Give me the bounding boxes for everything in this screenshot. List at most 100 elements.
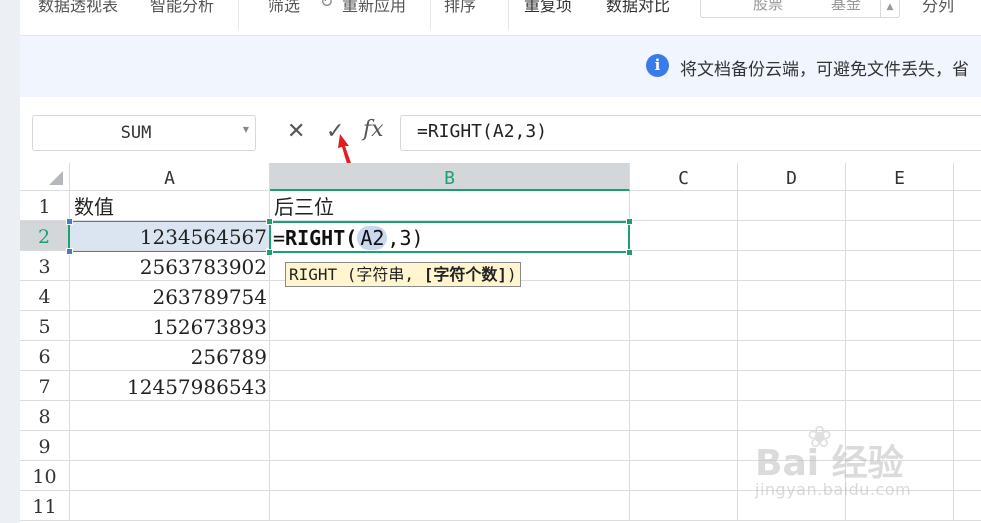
resize-handle[interactable]	[66, 218, 73, 225]
fill-handle[interactable]	[266, 218, 273, 225]
cell-e3[interactable]	[846, 251, 954, 281]
cell-a5[interactable]: 152673893	[70, 311, 270, 341]
function-syntax-tooltip: RIGHT (字符串, [字符个数])	[285, 262, 521, 287]
cell-a9[interactable]	[70, 431, 270, 461]
cell-b11[interactable]	[270, 491, 630, 521]
cell-f2[interactable]	[954, 221, 981, 251]
cell-e4[interactable]	[846, 281, 954, 311]
fill-handle[interactable]	[626, 249, 633, 256]
formula-reference-a2[interactable]: A2	[357, 226, 388, 250]
cell-b5[interactable]	[270, 311, 630, 341]
cell-b7[interactable]	[270, 371, 630, 401]
reference-highlight-a2	[66, 218, 273, 255]
cell-c7[interactable]	[630, 371, 738, 401]
row-header-11[interactable]: 11	[20, 491, 70, 521]
cell-f5[interactable]	[954, 311, 981, 341]
reapply-button[interactable]: 重新应用	[342, 0, 406, 16]
column-header-a[interactable]: A	[70, 163, 270, 191]
row-header-8[interactable]: 8	[20, 401, 70, 431]
baidu-jingyan-watermark: ❀ Bai 经验 jingyan.baidu.com	[755, 420, 965, 510]
row-header-9[interactable]: 9	[20, 431, 70, 461]
cell-a3[interactable]: 2563783902	[70, 251, 270, 281]
cell-e2[interactable]	[846, 221, 954, 251]
cell-b10[interactable]	[270, 461, 630, 491]
cell-f1[interactable]	[954, 191, 981, 221]
row-header-6[interactable]: 6	[20, 341, 70, 371]
cell-c3[interactable]	[630, 251, 738, 281]
sort-button[interactable]: 排序	[444, 0, 476, 16]
cell-d3[interactable]	[738, 251, 846, 281]
left-edge-strip	[0, 0, 20, 523]
column-header-d[interactable]: D	[738, 163, 846, 191]
insert-function-icon[interactable]: fx	[363, 117, 384, 142]
cell-d6[interactable]	[738, 341, 846, 371]
cell-c10[interactable]	[630, 461, 738, 491]
cell-c2[interactable]	[630, 221, 738, 251]
cell-a10[interactable]	[70, 461, 270, 491]
cell-a4[interactable]: 263789754	[70, 281, 270, 311]
name-box[interactable]: SUM ▼	[32, 115, 256, 151]
cell-f7[interactable]	[954, 371, 981, 401]
smart-analysis-button[interactable]: 智能分析	[150, 0, 214, 16]
cell-c8[interactable]	[630, 401, 738, 431]
tooltip-suffix: )	[506, 265, 517, 284]
spinner-arrows-icon[interactable]: ▲	[880, 0, 899, 17]
cell-d4[interactable]	[738, 281, 846, 311]
row-header-4[interactable]: 4	[20, 281, 70, 311]
cell-a1[interactable]: 数值	[70, 191, 270, 221]
ribbon-toolbar: 数据透视表 智能分析 筛选 ↻ 重新应用 排序 重复项 数据对比 股票 基金 ▲…	[20, 0, 981, 36]
cell-c11[interactable]	[630, 491, 738, 521]
cell-d5[interactable]	[738, 311, 846, 341]
cell-b9[interactable]	[270, 431, 630, 461]
cancel-icon[interactable]: ✕	[287, 119, 305, 145]
data-compare-button[interactable]: 数据对比	[606, 0, 670, 16]
row-header-2[interactable]: 2	[20, 221, 70, 251]
row-header-1[interactable]: 1	[20, 191, 70, 221]
cell-d2[interactable]	[738, 221, 846, 251]
cell-c9[interactable]	[630, 431, 738, 461]
pivot-table-button[interactable]: 数据透视表	[38, 0, 118, 16]
cell-b8[interactable]	[270, 401, 630, 431]
cell-f3[interactable]	[954, 251, 981, 281]
cell-c6[interactable]	[630, 341, 738, 371]
cell-f4[interactable]	[954, 281, 981, 311]
fill-handle[interactable]	[626, 218, 633, 225]
chevron-down-icon[interactable]: ▼	[243, 125, 249, 134]
cell-c4[interactable]	[630, 281, 738, 311]
cell-e5[interactable]	[846, 311, 954, 341]
cell-a7[interactable]: 12457986543	[70, 371, 270, 401]
duplicates-button[interactable]: 重复项	[524, 0, 572, 16]
row-header-5[interactable]: 5	[20, 311, 70, 341]
select-stock-option: 股票	[753, 0, 784, 13]
column-header-b[interactable]: B	[270, 163, 630, 191]
cell-e1[interactable]	[846, 191, 954, 221]
notice-text[interactable]: 将文档备份云端，可避免文件丢失，省	[680, 55, 969, 80]
stock-fund-select[interactable]: 股票 基金 ▲	[700, 0, 900, 18]
select-all-corner[interactable]	[20, 163, 70, 191]
cell-a8[interactable]	[70, 401, 270, 431]
row-header-10[interactable]: 10	[20, 461, 70, 491]
resize-handle[interactable]	[66, 248, 73, 255]
cell-d1[interactable]	[738, 191, 846, 221]
cell-b6[interactable]	[270, 341, 630, 371]
cell-a6[interactable]: 256789	[70, 341, 270, 371]
split-column-button[interactable]: 分列	[922, 0, 954, 16]
cell-f6[interactable]	[954, 341, 981, 371]
column-header-e[interactable]: E	[846, 163, 954, 191]
cell-e7[interactable]	[846, 371, 954, 401]
cell-c1[interactable]	[630, 191, 738, 221]
cell-b1[interactable]: 后三位	[270, 191, 630, 221]
fill-handle[interactable]	[266, 249, 273, 256]
cell-e6[interactable]	[846, 341, 954, 371]
row-header-3[interactable]: 3	[20, 251, 70, 281]
active-cell-b2-editor[interactable]: =RIGHT(A2,3)	[266, 218, 633, 256]
formula-input[interactable]: =RIGHT(A2,3)	[400, 115, 981, 151]
column-header-f[interactable]	[954, 163, 981, 191]
filter-button[interactable]: 筛选	[268, 0, 300, 16]
formula-open-paren: (	[345, 226, 358, 250]
row-header-7[interactable]: 7	[20, 371, 70, 401]
cell-c5[interactable]	[630, 311, 738, 341]
cell-a11[interactable]	[70, 491, 270, 521]
cell-d7[interactable]	[738, 371, 846, 401]
column-header-c[interactable]: C	[630, 163, 738, 191]
